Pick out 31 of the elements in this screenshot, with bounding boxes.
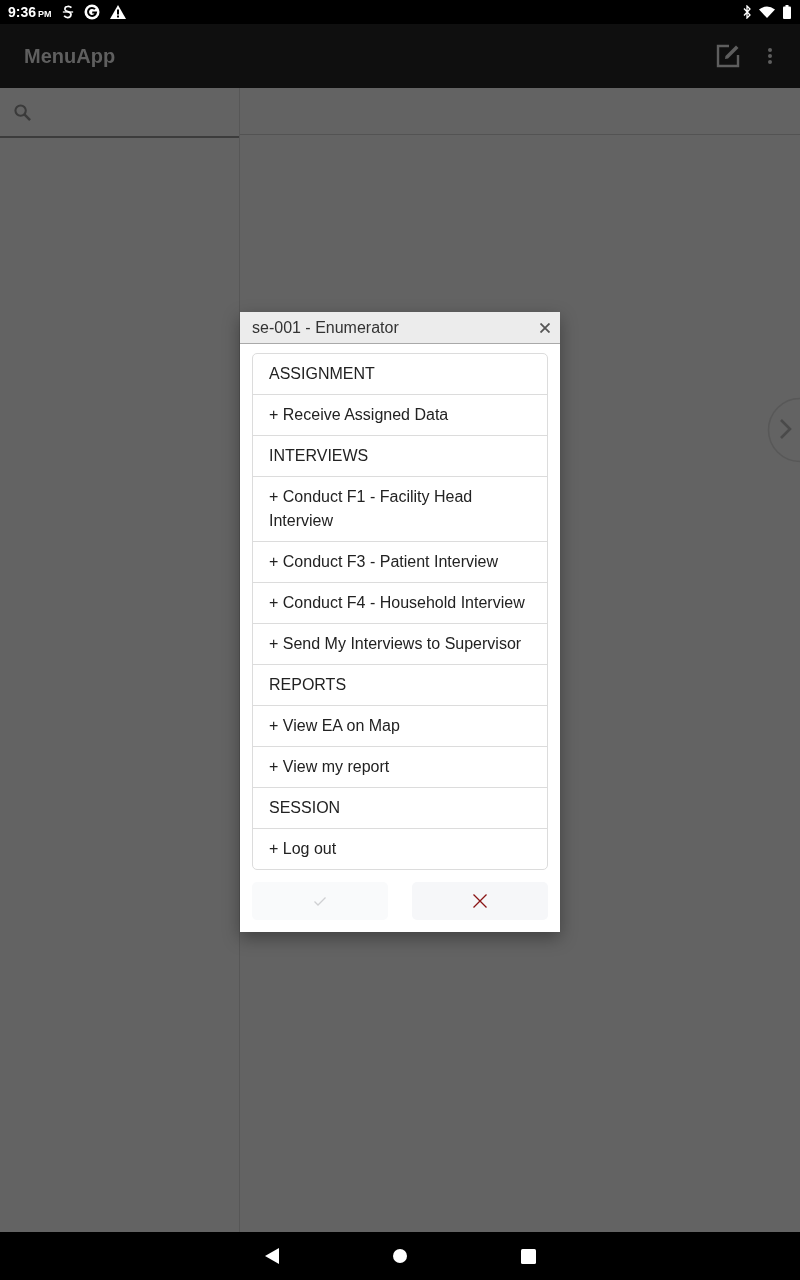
- home-icon[interactable]: [392, 1249, 407, 1263]
- menu-item[interactable]: + Conduct F3 - Patient Interview: [253, 542, 547, 583]
- menu-item[interactable]: + Send My Interviews to Supervisor: [253, 624, 547, 665]
- bluetooth-icon: [743, 5, 751, 19]
- wifi-icon: [759, 6, 775, 18]
- status-meridiem: PM: [38, 8, 52, 19]
- app-title: MenuApp: [24, 44, 116, 68]
- menu-item[interactable]: + View my report: [253, 747, 547, 788]
- warning-icon: [109, 5, 126, 19]
- edit-icon[interactable]: [716, 44, 740, 68]
- strikethrough-s-icon: [61, 5, 74, 19]
- menu-item[interactable]: + Receive Assigned Data: [253, 395, 547, 436]
- menu-item[interactable]: + Conduct F1 - Facility Head Interview: [253, 477, 547, 542]
- menu-item[interactable]: REPORTS: [253, 665, 547, 706]
- close-icon[interactable]: [540, 322, 550, 333]
- menu-item[interactable]: + Log out: [253, 829, 547, 869]
- search-icon: [14, 103, 31, 121]
- more-options-icon[interactable]: [768, 48, 772, 64]
- close-x-icon: [473, 894, 487, 908]
- battery-icon: [783, 5, 791, 19]
- menu-item[interactable]: + Conduct F4 - Household Interview: [253, 583, 547, 624]
- status-time: 9:36: [8, 4, 37, 20]
- menu-item[interactable]: ASSIGNMENT: [253, 354, 547, 395]
- recents-icon[interactable]: [520, 1248, 536, 1264]
- menu-item[interactable]: INTERVIEWS: [253, 436, 547, 477]
- g-circle-icon: [83, 4, 100, 20]
- back-icon[interactable]: [264, 1248, 279, 1264]
- menu-item[interactable]: + View EA on Map: [253, 706, 547, 747]
- dialog-title: se-001 - Enumerator: [252, 318, 399, 337]
- menu-item[interactable]: SESSION: [253, 788, 547, 829]
- checkmark-icon: [314, 896, 326, 906]
